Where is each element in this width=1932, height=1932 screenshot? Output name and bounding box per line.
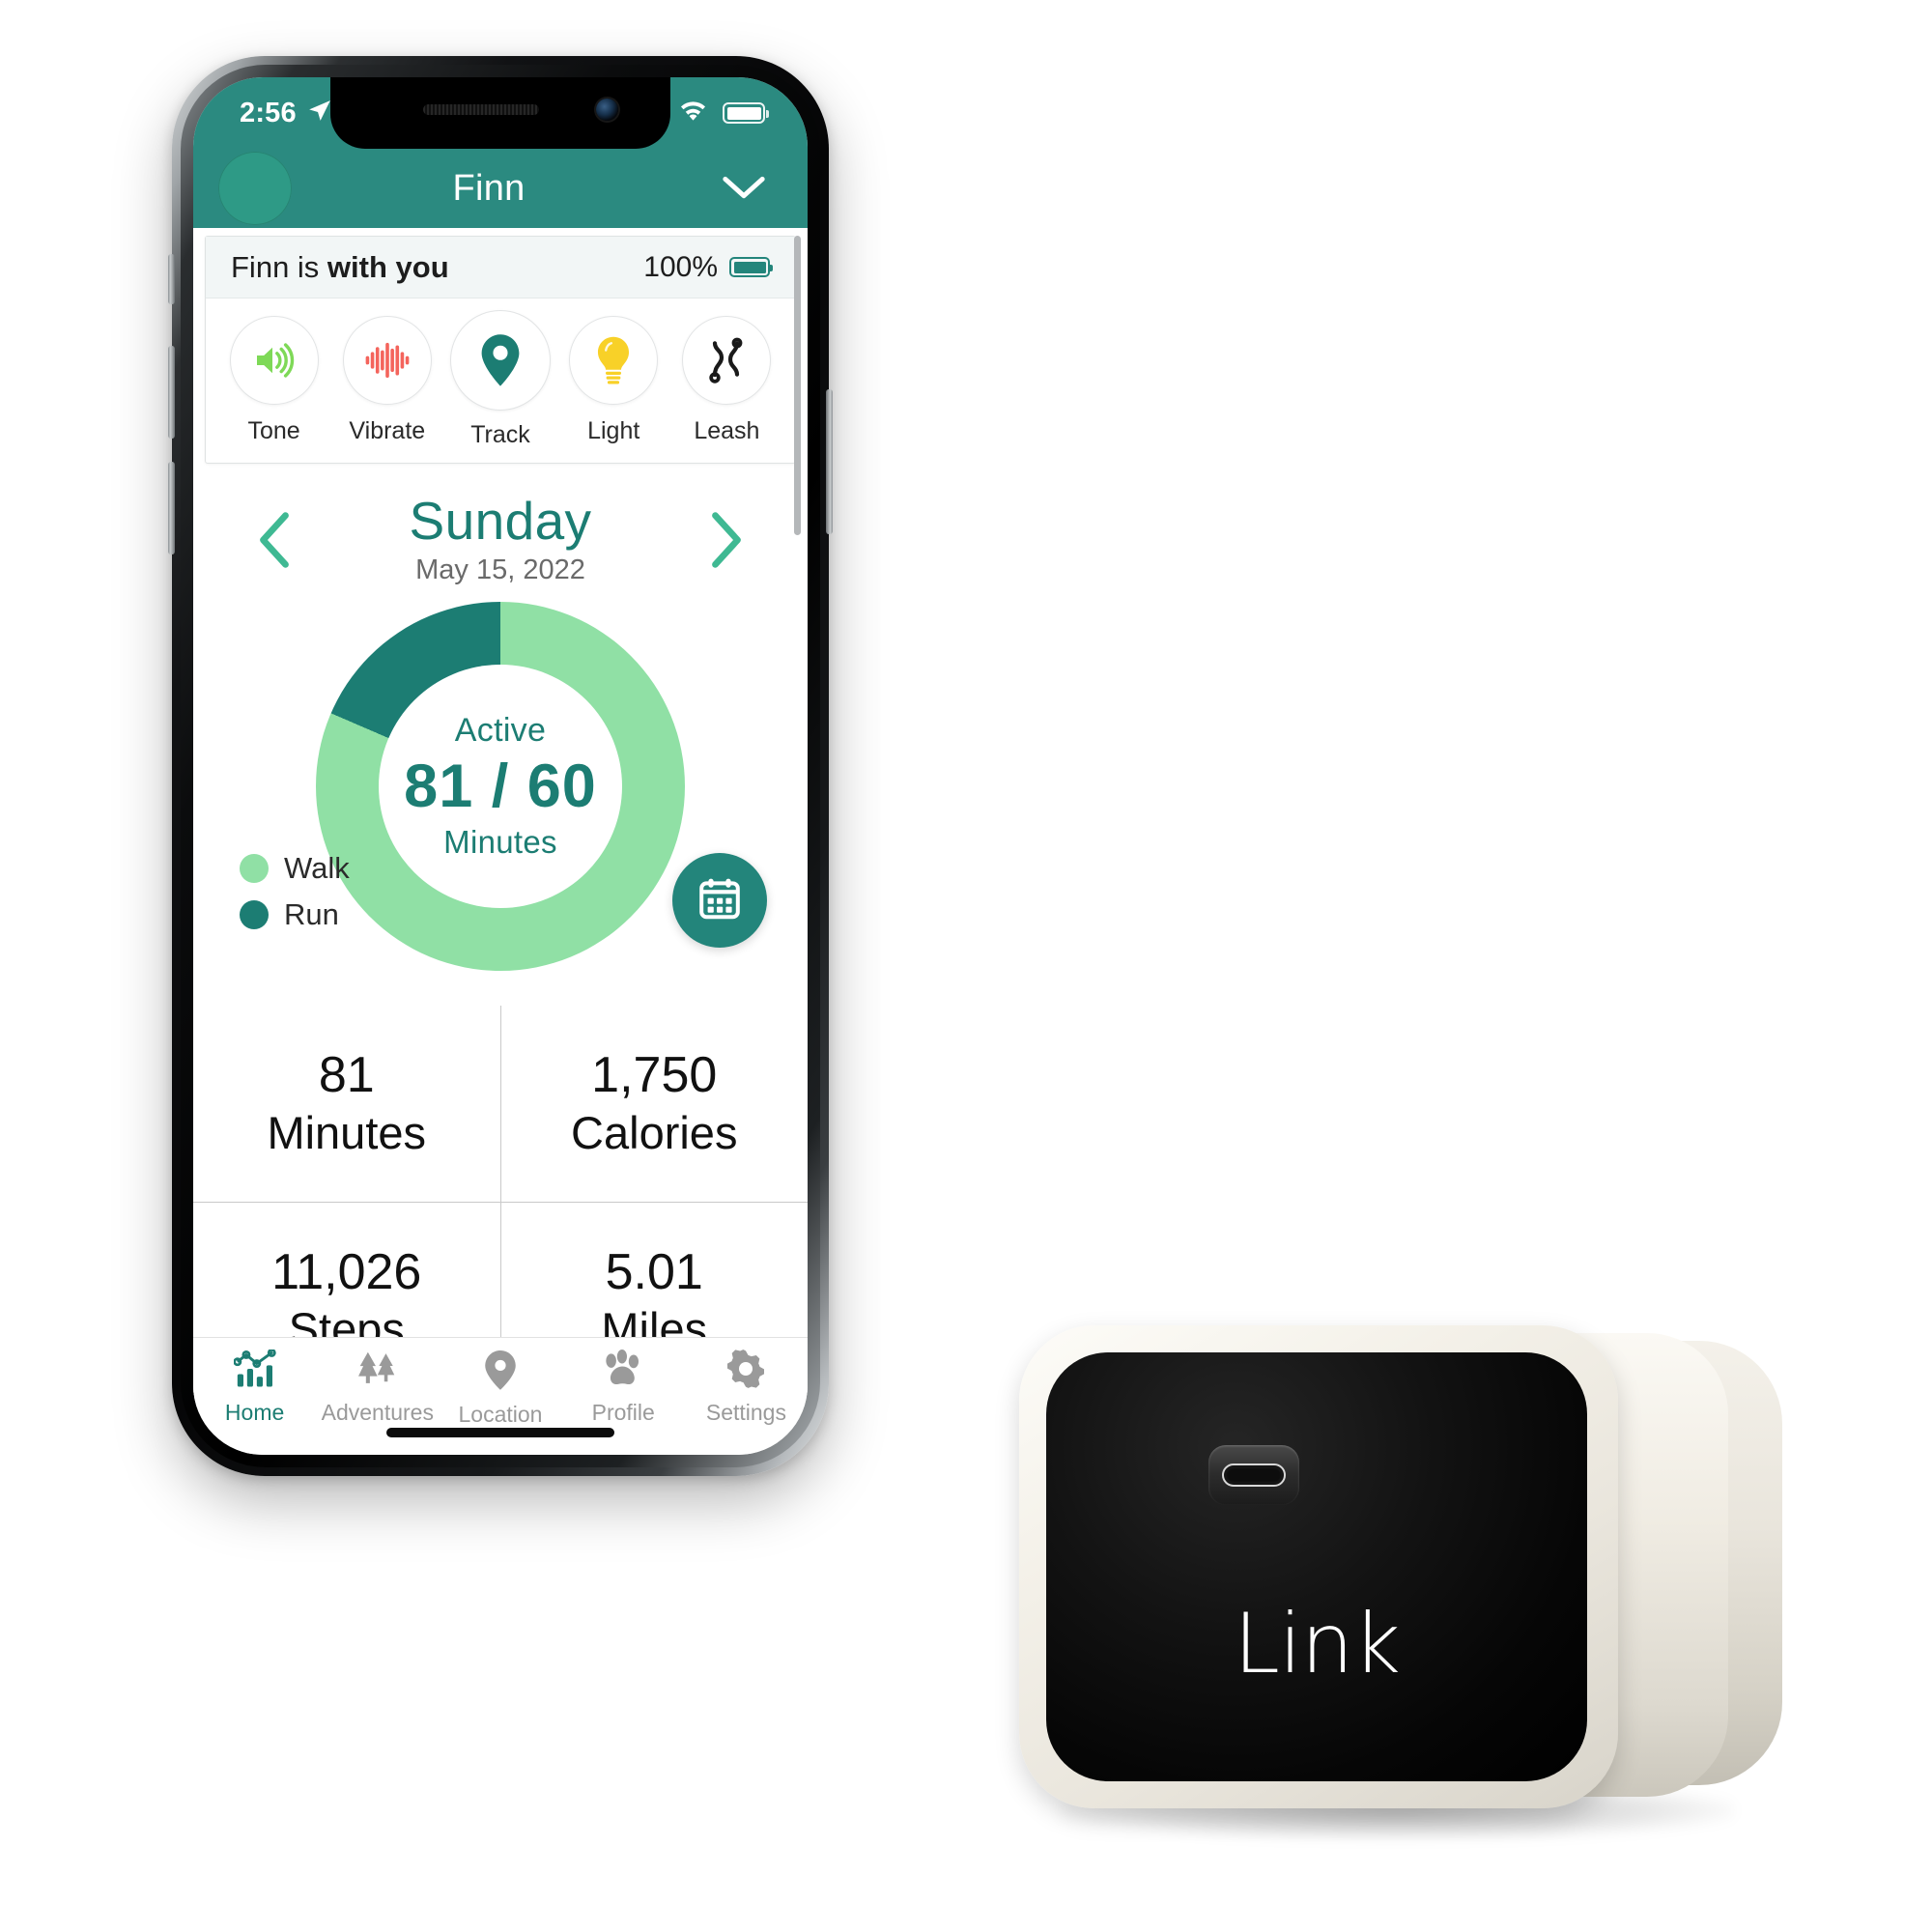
calendar-button[interactable] — [672, 853, 767, 949]
power-button[interactable] — [826, 389, 833, 534]
waveform-icon — [342, 316, 432, 405]
tab-adventures[interactable]: Adventures — [316, 1350, 439, 1426]
status-bar-left: 2:56 — [240, 98, 332, 129]
date-full: May 15, 2022 — [415, 554, 585, 586]
app-scroll-body[interactable]: Finn is with you 100% Tone Vibrate Track… — [193, 228, 808, 1395]
gear-icon — [726, 1350, 765, 1393]
action-label: Vibrate — [349, 417, 426, 444]
tab-home[interactable]: Home — [193, 1348, 316, 1426]
tab-settings[interactable]: Settings — [685, 1350, 808, 1426]
chart-bars-icon — [232, 1348, 276, 1393]
front-camera — [596, 99, 618, 121]
earpiece-speaker — [423, 104, 539, 115]
activity-title: Active — [454, 712, 547, 750]
activity-unit: Minutes — [443, 824, 557, 861]
action-label: Light — [587, 417, 640, 444]
volume-up-button[interactable] — [168, 346, 175, 439]
usb-c-slot — [1222, 1463, 1286, 1487]
stat-minutes: 81 Minutes — [193, 1006, 501, 1203]
device-battery-percent: 100% — [643, 250, 718, 283]
stat-value: 5.01 — [605, 1244, 703, 1301]
stat-label: Calories — [571, 1106, 738, 1158]
action-label: Track — [470, 421, 530, 448]
action-track[interactable]: Track — [443, 310, 556, 449]
stat-value: 81 — [318, 1047, 375, 1104]
device-actions-row: Tone Vibrate Track Light Leash — [206, 298, 795, 463]
leash-icon — [682, 316, 772, 405]
device-status-row: Finn is with you 100% — [206, 237, 795, 298]
stat-value: 11,026 — [271, 1244, 422, 1301]
lightbulb-icon — [569, 316, 659, 405]
speaker-volume-icon — [229, 316, 319, 405]
link-tracker-device: Link — [1019, 1304, 1782, 1845]
device-card: Finn is with you 100% Tone Vibrate Track… — [205, 236, 796, 464]
tab-label: Location — [458, 1402, 543, 1427]
chart-legend: Walk Run — [240, 851, 350, 944]
date-display: Sunday May 15, 2022 — [303, 493, 697, 586]
stat-calories: 1,750 Calories — [501, 1006, 809, 1202]
status-time: 2:56 — [240, 97, 297, 128]
stats-row: 81 Minutes 1,750 Calories — [193, 1006, 809, 1204]
tab-label: Home — [224, 1400, 285, 1425]
phone-device: 2:56 Finn Finn is with you 100% Tone Vib… — [168, 56, 833, 1476]
activity-donut-center: Active 81 / 60 Minutes — [379, 665, 622, 909]
legend-item-walk: Walk — [240, 851, 350, 886]
activity-value: 81 / 60 — [404, 753, 597, 821]
action-light[interactable]: Light — [557, 316, 670, 449]
action-tone[interactable]: Tone — [217, 316, 330, 449]
action-vibrate[interactable]: Vibrate — [330, 316, 443, 449]
status-prefix: Finn is — [231, 249, 327, 284]
legend-item-run: Run — [240, 897, 350, 932]
phone-notch — [330, 77, 670, 149]
chevron-down-icon[interactable] — [719, 174, 769, 203]
activity-donut: Active 81 / 60 Minutes — [316, 602, 685, 972]
stat-value: 1,750 — [591, 1047, 718, 1104]
stat-label: Minutes — [267, 1106, 427, 1158]
volume-down-button[interactable] — [168, 462, 175, 554]
app-header: Finn — [193, 149, 808, 228]
link-wordmark: Link — [1233, 1596, 1401, 1692]
action-label: Tone — [247, 417, 300, 444]
status-bar-right — [677, 99, 769, 128]
location-arrow-icon — [307, 99, 332, 128]
map-pin-icon — [483, 1350, 518, 1395]
tab-label: Profile — [591, 1400, 655, 1425]
map-pin-icon — [450, 310, 551, 411]
chevron-left-icon[interactable] — [245, 511, 303, 569]
device-status-text: Finn is with you — [231, 250, 449, 285]
paw-print-icon — [602, 1350, 644, 1393]
legend-swatch — [240, 900, 269, 930]
date-weekday: Sunday — [409, 491, 592, 551]
device-battery: 100% — [643, 250, 773, 284]
device-face: Link — [1046, 1352, 1587, 1781]
screenshot-stage: 2:56 Finn Finn is with you 100% Tone Vib… — [0, 0, 1932, 1932]
phone-screen: 2:56 Finn Finn is with you 100% Tone Vib… — [193, 77, 808, 1455]
wifi-icon — [677, 99, 709, 128]
activity-chart: Active 81 / 60 Minutes Walk Run — [193, 602, 808, 988]
chevron-right-icon[interactable] — [697, 511, 755, 569]
tab-label: Adventures — [321, 1400, 434, 1425]
calendar-icon — [696, 875, 743, 926]
legend-label: Run — [284, 897, 339, 932]
home-indicator[interactable] — [386, 1428, 614, 1437]
scrollbar[interactable] — [794, 236, 801, 535]
action-leash[interactable]: Leash — [670, 316, 783, 449]
tab-profile[interactable]: Profile — [562, 1350, 685, 1426]
legend-swatch — [240, 854, 269, 884]
tab-location[interactable]: Location — [439, 1350, 561, 1428]
trees-icon — [356, 1350, 399, 1393]
page-title: Finn — [452, 167, 526, 209]
battery-full-icon — [729, 257, 773, 277]
silent-switch[interactable] — [168, 254, 175, 304]
usb-c-port-icon — [1208, 1445, 1299, 1505]
action-label: Leash — [694, 417, 760, 444]
tab-label: Settings — [705, 1400, 786, 1425]
device-body: Link — [1019, 1325, 1618, 1808]
legend-label: Walk — [284, 851, 350, 886]
battery-full-icon — [723, 102, 769, 124]
status-emphasis: with you — [327, 249, 449, 284]
date-nav: Sunday May 15, 2022 — [193, 464, 808, 586]
